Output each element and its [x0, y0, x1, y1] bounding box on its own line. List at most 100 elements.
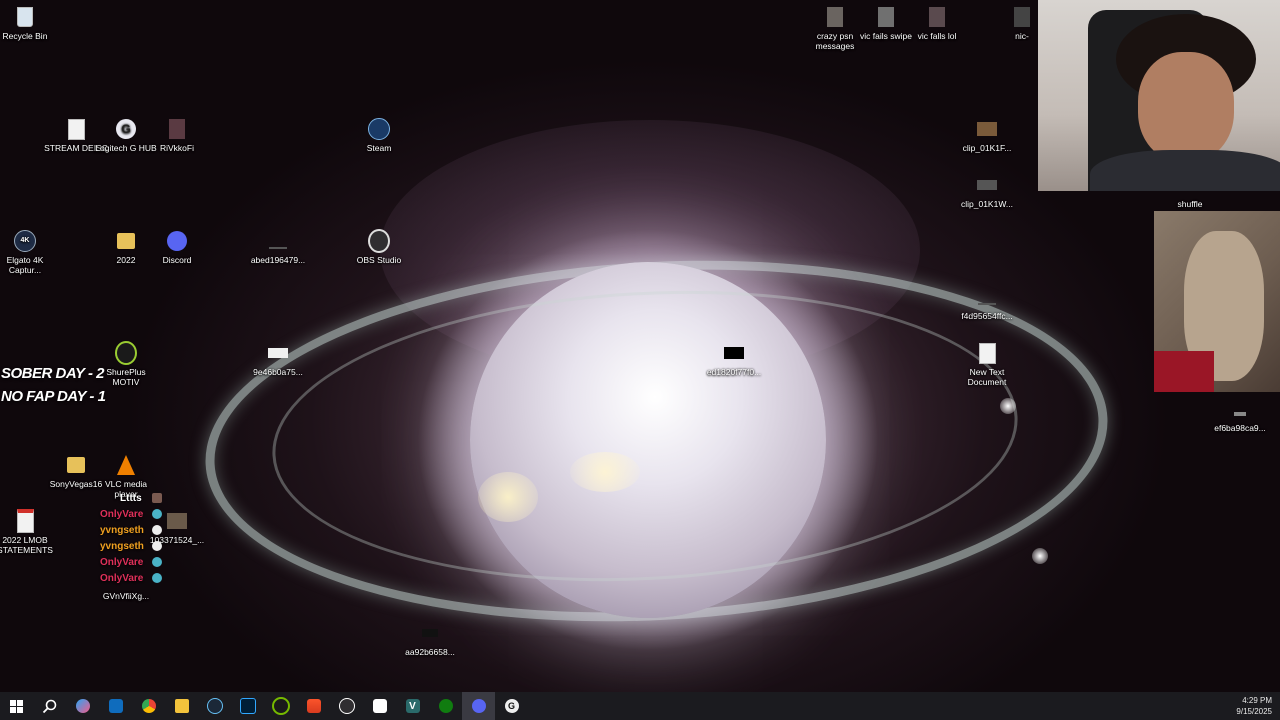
desktop-icon-obs[interactable]: OBS Studio [347, 229, 411, 265]
taskbar-chrome[interactable] [132, 692, 165, 720]
taskbar-file-explorer[interactable] [165, 692, 198, 720]
discord-icon [166, 230, 188, 252]
obs-icon [368, 229, 390, 253]
stream-chat-overlay: Lttts OnlyVare yvngseth yvngseth OnlyVar… [100, 490, 170, 586]
chat-message: yvngseth [100, 538, 170, 554]
desktop-icon-ed18[interactable]: ed1820f77f0... [702, 342, 766, 377]
desktop-icon-clip1[interactable]: clip_01K1F... [955, 118, 1019, 153]
obs-icon [338, 698, 355, 714]
taskbar-start-button[interactable] [0, 692, 33, 720]
chat-message: OnlyVare [100, 554, 170, 570]
taskbar-nvidia[interactable] [264, 692, 297, 720]
image-file-icon [267, 230, 289, 252]
desktop-icon-nic[interactable]: nic- [1005, 6, 1039, 41]
image-file-icon [419, 622, 441, 644]
taskbar-store[interactable] [363, 692, 396, 720]
taskbar-logitech[interactable]: G [495, 692, 528, 720]
taskbar-photoshop[interactable] [231, 692, 264, 720]
taskbar-outlook[interactable] [99, 692, 132, 720]
nofap-day-counter: NO FAP DAY - 1 [1, 388, 106, 405]
video-thumbnail-icon [824, 6, 846, 28]
taskbar-vegas[interactable]: V [396, 692, 429, 720]
chat-username: OnlyVare [100, 572, 144, 584]
vlc-cone-icon [115, 454, 137, 476]
system-clock[interactable]: 4:29 PM 9/15/2025 [1236, 695, 1272, 717]
streamer-shirt [1090, 150, 1280, 191]
desktop-icon-ef6b[interactable]: ef6ba98ca9... [1208, 398, 1272, 433]
image-file-icon [723, 342, 745, 364]
chat-username: yvngseth [100, 540, 144, 552]
clock-time: 4:29 PM [1242, 696, 1272, 705]
desktop-icon-label: GVnVfiiXg... [102, 591, 150, 601]
desktop-icon-label: abed196479... [250, 255, 306, 265]
desktop-icon-abed[interactable]: abed196479... [246, 230, 310, 265]
copilot-icon [75, 699, 90, 713]
taskbar: V G 4:29 PM 9/15/2025 [0, 692, 1280, 720]
taskbar-search-button[interactable] [33, 692, 66, 720]
image-file-icon [976, 286, 998, 308]
wallpaper-moon [1000, 398, 1016, 414]
desktop-icon-aa92[interactable]: aa92b6658... [398, 622, 462, 657]
desktop-icon-steam[interactable]: Steam [347, 118, 411, 153]
chat-message: OnlyVare [100, 506, 170, 522]
chat-message: OnlyVare [100, 570, 170, 586]
chat-username: OnlyVare [100, 556, 144, 568]
desktop-icon-label: New Text Document [967, 367, 1007, 387]
desktop-icon-label: clip_01K1W... [961, 199, 1013, 209]
taskbar-obs[interactable] [330, 692, 363, 720]
xbox-icon [438, 699, 453, 713]
sober-day-counter: SOBER DAY - 2 [1, 365, 104, 382]
desktop-icon-elgato[interactable]: 4K Elgato 4K Captur... [0, 230, 57, 275]
desktop-icon-label: vic falls lol [917, 31, 957, 41]
recycle-bin-icon [14, 6, 36, 28]
desktop-icon-label: 9e46b0a75... [253, 367, 303, 377]
chat-badge-icon [152, 557, 162, 567]
chat-badge-icon [152, 541, 162, 551]
outlook-icon [108, 699, 123, 713]
desktop-icon-rivkkofi[interactable]: RiVkkoFi [145, 118, 209, 153]
brave-icon [306, 699, 321, 713]
elgato-icon: 4K [14, 230, 36, 252]
desktop-icon-label: Recycle Bin [2, 31, 48, 41]
chat-message: yvngseth [100, 522, 170, 538]
store-icon [372, 699, 387, 713]
desktop-icon-9e46[interactable]: 9e46b0a75... [246, 342, 310, 377]
chat-badge-icon [152, 525, 162, 535]
desktop-icon-label: clip_01K1F... [962, 143, 1012, 153]
chat-avatar-icon [152, 493, 162, 503]
desktop-icon-label: RiVkkoFi [159, 143, 194, 153]
taskbar-copilot[interactable] [66, 692, 99, 720]
taskbar-brave[interactable] [297, 692, 330, 720]
wallpaper-planet [470, 262, 826, 618]
video-thumbnail-icon [976, 174, 998, 196]
chat-badge-icon [152, 509, 162, 519]
image-file-icon [267, 342, 289, 364]
desktop-icon-discord[interactable]: Discord [145, 230, 209, 265]
taskbar-discord[interactable] [462, 692, 495, 720]
desktop-icon-label: ef6ba98ca9... [1214, 423, 1266, 433]
pet-cam-overlay [1154, 211, 1280, 392]
clock-date: 9/15/2025 [1236, 707, 1272, 716]
desktop-icon-recycle-bin[interactable]: Recycle Bin [0, 6, 57, 41]
logitech-icon: G [504, 699, 519, 713]
desktop[interactable]: Recycle Bin STREAM DEISC G Logitech G HU… [0, 0, 1280, 692]
desktop-icon-label: nic- [1015, 31, 1029, 41]
desktop-icon-label: Steam [366, 143, 392, 153]
nvidia-icon [271, 697, 290, 715]
desktop-icon-vic-lol[interactable]: vic falls lol [905, 6, 969, 41]
desktop-icon-label: OBS Studio [356, 255, 402, 265]
desktop-icon-new-text[interactable]: New Text Document [955, 342, 1019, 387]
vegas-icon: V [405, 699, 420, 713]
chat-badge-icon [152, 573, 162, 583]
shureplus-icon [115, 341, 137, 365]
logitech-g-icon: G [115, 118, 137, 140]
desktop-icon-clip2[interactable]: clip_01K1W... [955, 174, 1019, 209]
desktop-icon-lmob[interactable]: 2022 LMOB STATEMENTS [0, 509, 57, 555]
video-thumbnail-icon [976, 118, 998, 140]
desktop-icon-f4d9[interactable]: f4d95654ffc... [955, 286, 1019, 321]
taskbar-xbox[interactable] [429, 692, 462, 720]
desktop-icon-label: Discord [162, 255, 192, 265]
taskbar-steam[interactable] [198, 692, 231, 720]
steam-icon [368, 118, 390, 140]
search-icon [42, 699, 57, 713]
